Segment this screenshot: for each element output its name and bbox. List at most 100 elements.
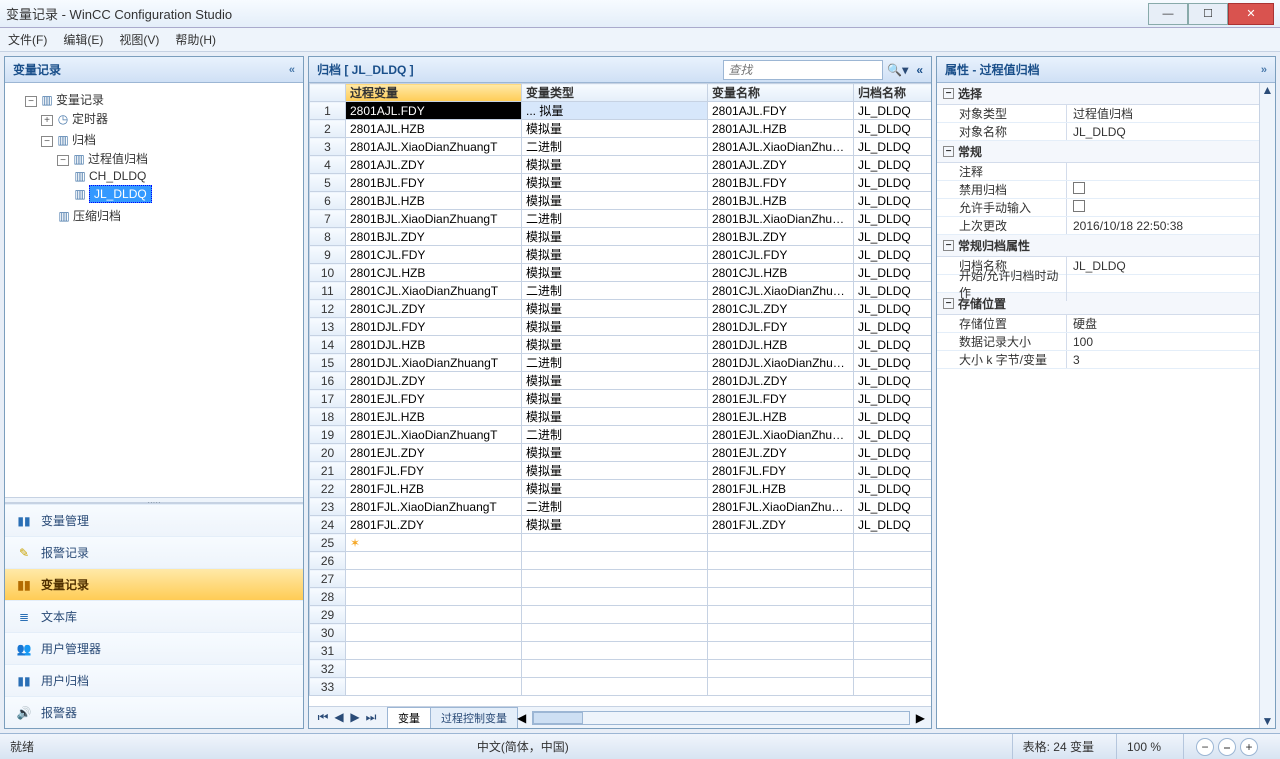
- cell-var-type[interactable]: 模拟量: [522, 408, 708, 426]
- cell-var-type[interactable]: 模拟量: [522, 462, 708, 480]
- cell-process-var[interactable]: 2801AJL.HZB: [346, 120, 522, 138]
- prop-value[interactable]: 3: [1067, 353, 1259, 367]
- cell-var-name[interactable]: 2801AJL.ZDY: [708, 156, 854, 174]
- cell-process-var[interactable]: 2801BJL.FDY: [346, 174, 522, 192]
- row-number[interactable]: 25: [310, 534, 346, 552]
- cell[interactable]: [346, 642, 522, 660]
- menu-file[interactable]: 文件(F): [8, 31, 47, 48]
- table-row[interactable]: 1 2801AJL.FDY ... 拟量 2801AJL.FDY JL_DLDQ: [310, 102, 932, 120]
- tab-last-icon[interactable]: ⏭: [363, 710, 379, 725]
- prop-value[interactable]: 硬盘: [1067, 315, 1259, 332]
- row-header-corner[interactable]: [310, 84, 346, 102]
- property-grid[interactable]: −选择 对象类型过程值归档 对象名称JL_DLDQ −常规 注释 禁用归档 允许…: [937, 83, 1259, 728]
- cell-process-var[interactable]: 2801DJL.HZB: [346, 336, 522, 354]
- cell-archive[interactable]: JL_DLDQ: [854, 426, 932, 444]
- cell-archive[interactable]: JL_DLDQ: [854, 246, 932, 264]
- table-row[interactable]: 8 2801BJL.ZDY 模拟量 2801BJL.ZDY JL_DLDQ: [310, 228, 932, 246]
- tab-variable[interactable]: 变量: [387, 707, 431, 728]
- table-row[interactable]: 2 2801AJL.HZB 模拟量 2801AJL.HZB JL_DLDQ: [310, 120, 932, 138]
- nav-user-admin[interactable]: 👥用户管理器: [5, 632, 303, 664]
- cell[interactable]: [708, 660, 854, 678]
- cell-process-var[interactable]: 2801BJL.XiaoDianZhuangT: [346, 210, 522, 228]
- cell-var-name[interactable]: 2801CJL.FDY: [708, 246, 854, 264]
- cell-process-var[interactable]: 2801DJL.FDY: [346, 318, 522, 336]
- new-row-star-icon[interactable]: ✶: [346, 534, 522, 552]
- cell-var-name[interactable]: 2801DJL.FDY: [708, 318, 854, 336]
- cell-var-name[interactable]: 2801EJL.ZDY: [708, 444, 854, 462]
- collapse-mid-icon[interactable]: «: [916, 63, 923, 77]
- cell-process-var[interactable]: 2801CJL.ZDY: [346, 300, 522, 318]
- cell[interactable]: [708, 570, 854, 588]
- cell[interactable]: [346, 624, 522, 642]
- cell-process-var[interactable]: 2801AJL.FDY: [346, 102, 522, 120]
- row-number[interactable]: 22: [310, 480, 346, 498]
- cell-archive[interactable]: JL_DLDQ: [854, 408, 932, 426]
- cell-var-type[interactable]: 模拟量: [522, 390, 708, 408]
- tree-pvarchive[interactable]: 过程值归档: [88, 152, 148, 166]
- prop-value[interactable]: 过程值归档: [1067, 105, 1259, 122]
- zoom-in-button[interactable]: +: [1240, 738, 1258, 756]
- row-number[interactable]: 27: [310, 570, 346, 588]
- prop-value[interactable]: 100: [1067, 335, 1259, 349]
- cell-var-name[interactable]: 2801AJL.XiaoDianZhuangT: [708, 138, 854, 156]
- nav-user-archive[interactable]: ▮▮用户归档: [5, 664, 303, 696]
- table-row[interactable]: 26: [310, 552, 932, 570]
- cell-var-name[interactable]: 2801CJL.XiaoDianZhuangT: [708, 282, 854, 300]
- tree-timer[interactable]: 定时器: [72, 112, 108, 126]
- cell-archive[interactable]: JL_DLDQ: [854, 192, 932, 210]
- cell-var-name[interactable]: 2801AJL.HZB: [708, 120, 854, 138]
- row-number[interactable]: 16: [310, 372, 346, 390]
- minimize-button[interactable]: —: [1148, 3, 1188, 25]
- cell[interactable]: [522, 570, 708, 588]
- cell[interactable]: [346, 678, 522, 696]
- nav-horn[interactable]: 🔊报警器: [5, 696, 303, 728]
- scroll-up-icon[interactable]: ▲: [1262, 83, 1274, 97]
- zoom-out-button[interactable]: −: [1196, 738, 1214, 756]
- table-row[interactable]: 24 2801FJL.ZDY 模拟量 2801FJL.ZDY JL_DLDQ: [310, 516, 932, 534]
- cell-process-var[interactable]: 2801EJL.HZB: [346, 408, 522, 426]
- cell-process-var[interactable]: 2801FJL.ZDY: [346, 516, 522, 534]
- cell-archive[interactable]: JL_DLDQ: [854, 264, 932, 282]
- cell-archive[interactable]: JL_DLDQ: [854, 300, 932, 318]
- cell-var-type[interactable]: 二进制: [522, 354, 708, 372]
- cell-var-type[interactable]: 二进制: [522, 210, 708, 228]
- table-row[interactable]: 14 2801DJL.HZB 模拟量 2801DJL.HZB JL_DLDQ: [310, 336, 932, 354]
- cell-var-name[interactable]: 2801EJL.XiaoDianZhuangT: [708, 426, 854, 444]
- tree-jl-dldq[interactable]: JL_DLDQ: [89, 185, 152, 203]
- col-var-type[interactable]: 变量类型: [522, 84, 708, 102]
- table-row[interactable]: 20 2801EJL.ZDY 模拟量 2801EJL.ZDY JL_DLDQ: [310, 444, 932, 462]
- col-process-var[interactable]: 过程变量: [346, 84, 522, 102]
- cell[interactable]: [854, 552, 932, 570]
- table-row[interactable]: 23 2801FJL.XiaoDianZhuangT 二进制 2801FJL.X…: [310, 498, 932, 516]
- cell-archive[interactable]: JL_DLDQ: [854, 516, 932, 534]
- table-row[interactable]: 15 2801DJL.XiaoDianZhuangT 二进制 2801DJL.X…: [310, 354, 932, 372]
- cell-var-name[interactable]: 2801FJL.FDY: [708, 462, 854, 480]
- cell[interactable]: [708, 678, 854, 696]
- cell-process-var[interactable]: 2801CJL.XiaoDianZhuangT: [346, 282, 522, 300]
- table-row[interactable]: 19 2801EJL.XiaoDianZhuangT 二进制 2801EJL.X…: [310, 426, 932, 444]
- cell-var-type[interactable]: 模拟量: [522, 228, 708, 246]
- search-input[interactable]: [723, 60, 883, 80]
- cell-var-type[interactable]: 模拟量: [522, 156, 708, 174]
- row-number[interactable]: 18: [310, 408, 346, 426]
- cell-archive[interactable]: JL_DLDQ: [854, 282, 932, 300]
- row-number[interactable]: 29: [310, 606, 346, 624]
- cell-var-type[interactable]: 模拟量: [522, 300, 708, 318]
- cell-archive[interactable]: JL_DLDQ: [854, 102, 932, 120]
- row-number[interactable]: 5: [310, 174, 346, 192]
- menu-view[interactable]: 视图(V): [119, 31, 159, 48]
- row-number[interactable]: 1: [310, 102, 346, 120]
- cell-var-type[interactable]: 模拟量: [522, 192, 708, 210]
- cell[interactable]: [346, 606, 522, 624]
- close-button[interactable]: ✕: [1228, 3, 1274, 25]
- table-row[interactable]: 22 2801FJL.HZB 模拟量 2801FJL.HZB JL_DLDQ: [310, 480, 932, 498]
- cell-archive[interactable]: JL_DLDQ: [854, 354, 932, 372]
- cell-var-name[interactable]: 2801AJL.FDY: [708, 102, 854, 120]
- cell[interactable]: [708, 552, 854, 570]
- cell-var-name[interactable]: 2801FJL.ZDY: [708, 516, 854, 534]
- cell-process-var[interactable]: 2801FJL.FDY: [346, 462, 522, 480]
- table-row[interactable]: 25✶: [310, 534, 932, 552]
- maximize-button[interactable]: ☐: [1188, 3, 1228, 25]
- cell-archive[interactable]: JL_DLDQ: [854, 498, 932, 516]
- row-number[interactable]: 14: [310, 336, 346, 354]
